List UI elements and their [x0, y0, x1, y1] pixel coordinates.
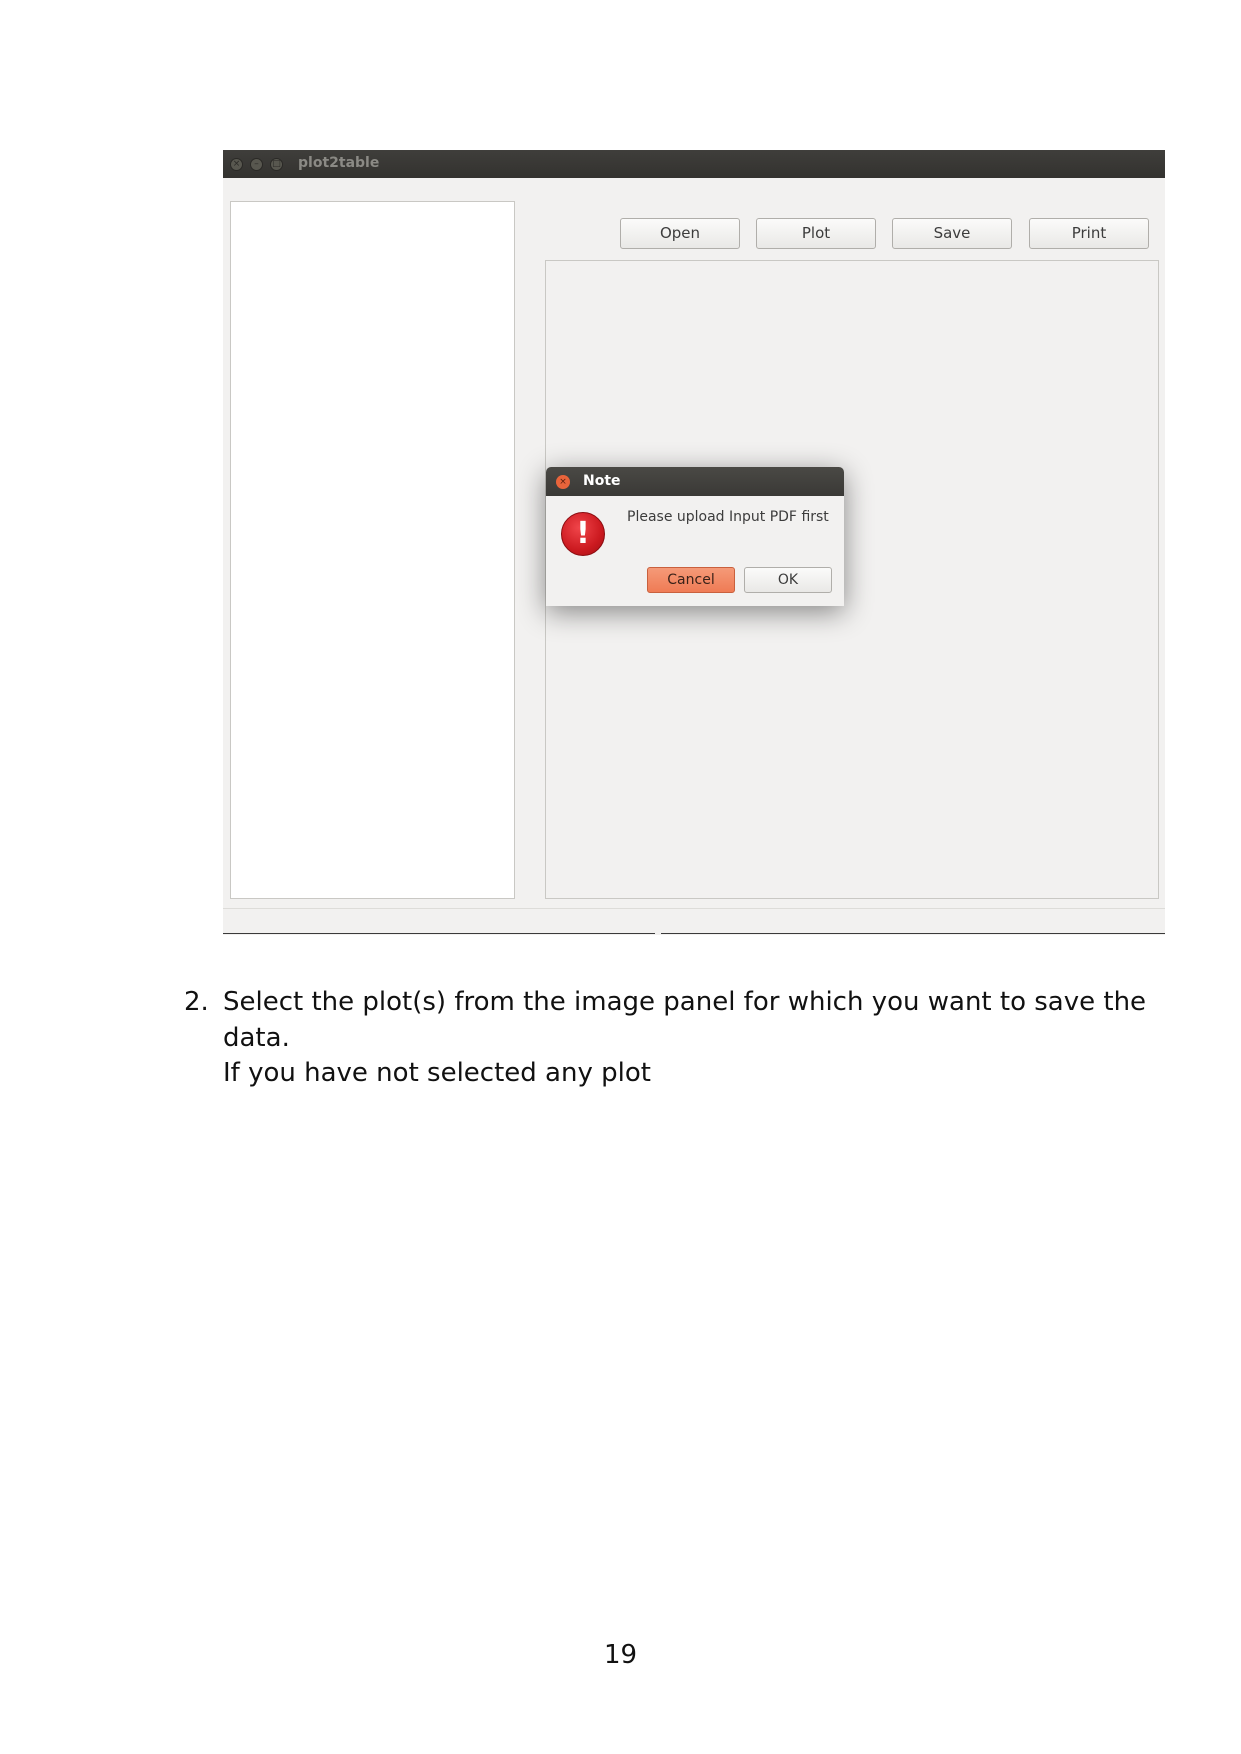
- window-minimize-icon[interactable]: –: [250, 158, 263, 171]
- save-button[interactable]: Save: [892, 218, 1012, 249]
- status-bar-left: [223, 933, 655, 934]
- open-button[interactable]: Open: [620, 218, 740, 249]
- instruction-line-1: Select the plot(s) from the image panel …: [223, 987, 1147, 1017]
- cancel-button[interactable]: Cancel: [647, 567, 735, 593]
- window-close-icon[interactable]: ×: [230, 158, 243, 171]
- plot-button[interactable]: Plot: [756, 218, 876, 249]
- dialog-message: Please upload Input PDF first: [627, 509, 829, 525]
- page-number: 19: [603, 1640, 638, 1670]
- error-icon: !: [561, 512, 605, 556]
- window-title: plot2table: [298, 155, 380, 171]
- dialog-close-icon[interactable]: ×: [556, 475, 570, 489]
- plot-list-panel[interactable]: [230, 201, 515, 899]
- status-separator: [223, 908, 1165, 909]
- print-button[interactable]: Print: [1029, 218, 1149, 249]
- instruction-line-3: If you have not selected any plot: [223, 1058, 651, 1088]
- window-maximize-icon[interactable]: □: [270, 158, 283, 171]
- note-dialog: × Note ! Please upload Input PDF first C…: [546, 467, 844, 606]
- instruction-line-2: data.: [223, 1023, 290, 1053]
- status-bar-right: [661, 933, 1165, 934]
- ok-button[interactable]: OK: [744, 567, 832, 593]
- dialog-titlebar: × Note: [546, 467, 844, 496]
- dialog-title: Note: [583, 473, 621, 489]
- window-titlebar: × – □ plot2table: [223, 150, 1165, 178]
- list-item-number: 2.: [184, 987, 209, 1017]
